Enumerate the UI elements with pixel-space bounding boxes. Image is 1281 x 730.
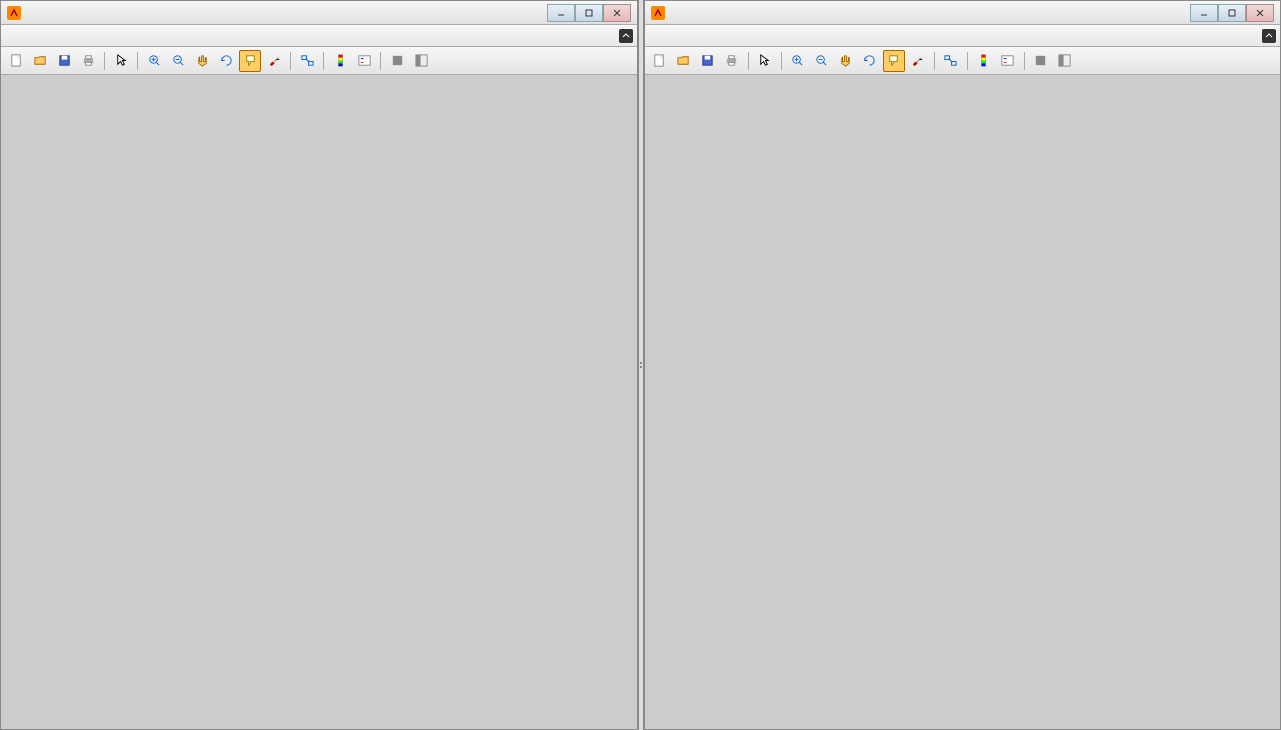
pointer-icon[interactable] <box>754 50 776 72</box>
print-icon[interactable] <box>721 50 743 72</box>
menubar <box>645 25 1281 47</box>
dock-corner-icon[interactable] <box>619 29 633 43</box>
matlab-icon <box>651 6 665 20</box>
figure-window-3 <box>0 0 638 730</box>
rotate-icon[interactable] <box>859 50 881 72</box>
menu-desktop[interactable] <box>729 34 745 38</box>
open-file-icon[interactable] <box>29 50 51 72</box>
new-file-icon[interactable] <box>5 50 27 72</box>
plot-area[interactable] <box>1 75 637 729</box>
zoom-in-icon[interactable] <box>143 50 165 72</box>
zoom-out-icon[interactable] <box>167 50 189 72</box>
hide-tools-icon[interactable] <box>386 50 408 72</box>
menu-help[interactable] <box>761 34 777 38</box>
colorbar-icon[interactable] <box>973 50 995 72</box>
dock-icon[interactable] <box>1054 50 1076 72</box>
hide-tools-icon[interactable] <box>1030 50 1052 72</box>
link-icon[interactable] <box>940 50 962 72</box>
plot-area[interactable] <box>645 75 1281 729</box>
save-icon[interactable] <box>53 50 75 72</box>
zoom-out-icon[interactable] <box>811 50 833 72</box>
menu-window[interactable] <box>745 34 761 38</box>
colorbar-icon[interactable] <box>329 50 351 72</box>
menu-file[interactable] <box>5 34 21 38</box>
legend-icon[interactable] <box>997 50 1019 72</box>
legend-icon[interactable] <box>353 50 375 72</box>
link-icon[interactable] <box>296 50 318 72</box>
menu-file[interactable] <box>649 34 665 38</box>
menu-tools[interactable] <box>713 34 729 38</box>
figure-window-5 <box>644 0 1281 730</box>
menu-help[interactable] <box>117 34 133 38</box>
pan-icon[interactable] <box>835 50 857 72</box>
titlebar[interactable] <box>645 1 1281 25</box>
datatip-icon[interactable] <box>239 50 261 72</box>
pan-icon[interactable] <box>191 50 213 72</box>
menubar <box>1 25 637 47</box>
brush-icon[interactable] <box>907 50 929 72</box>
menu-edit[interactable] <box>21 34 37 38</box>
titlebar[interactable] <box>1 1 637 25</box>
print-icon[interactable] <box>77 50 99 72</box>
dock-icon[interactable] <box>410 50 432 72</box>
menu-view[interactable] <box>681 34 697 38</box>
menu-insert[interactable] <box>697 34 713 38</box>
maximize-button[interactable] <box>575 4 603 22</box>
new-file-icon[interactable] <box>649 50 671 72</box>
close-button[interactable] <box>1246 4 1274 22</box>
toolbar <box>645 47 1281 75</box>
menu-tools[interactable] <box>69 34 85 38</box>
menu-window[interactable] <box>101 34 117 38</box>
brush-icon[interactable] <box>263 50 285 72</box>
dock-corner-icon[interactable] <box>1262 29 1276 43</box>
close-button[interactable] <box>603 4 631 22</box>
minimize-button[interactable] <box>547 4 575 22</box>
menu-edit[interactable] <box>665 34 681 38</box>
open-file-icon[interactable] <box>673 50 695 72</box>
datatip-icon[interactable] <box>883 50 905 72</box>
menu-view[interactable] <box>37 34 53 38</box>
toolbar <box>1 47 637 75</box>
menu-desktop[interactable] <box>85 34 101 38</box>
menu-insert[interactable] <box>53 34 69 38</box>
save-icon[interactable] <box>697 50 719 72</box>
matlab-icon <box>7 6 21 20</box>
pointer-icon[interactable] <box>110 50 132 72</box>
minimize-button[interactable] <box>1190 4 1218 22</box>
zoom-in-icon[interactable] <box>787 50 809 72</box>
maximize-button[interactable] <box>1218 4 1246 22</box>
rotate-icon[interactable] <box>215 50 237 72</box>
